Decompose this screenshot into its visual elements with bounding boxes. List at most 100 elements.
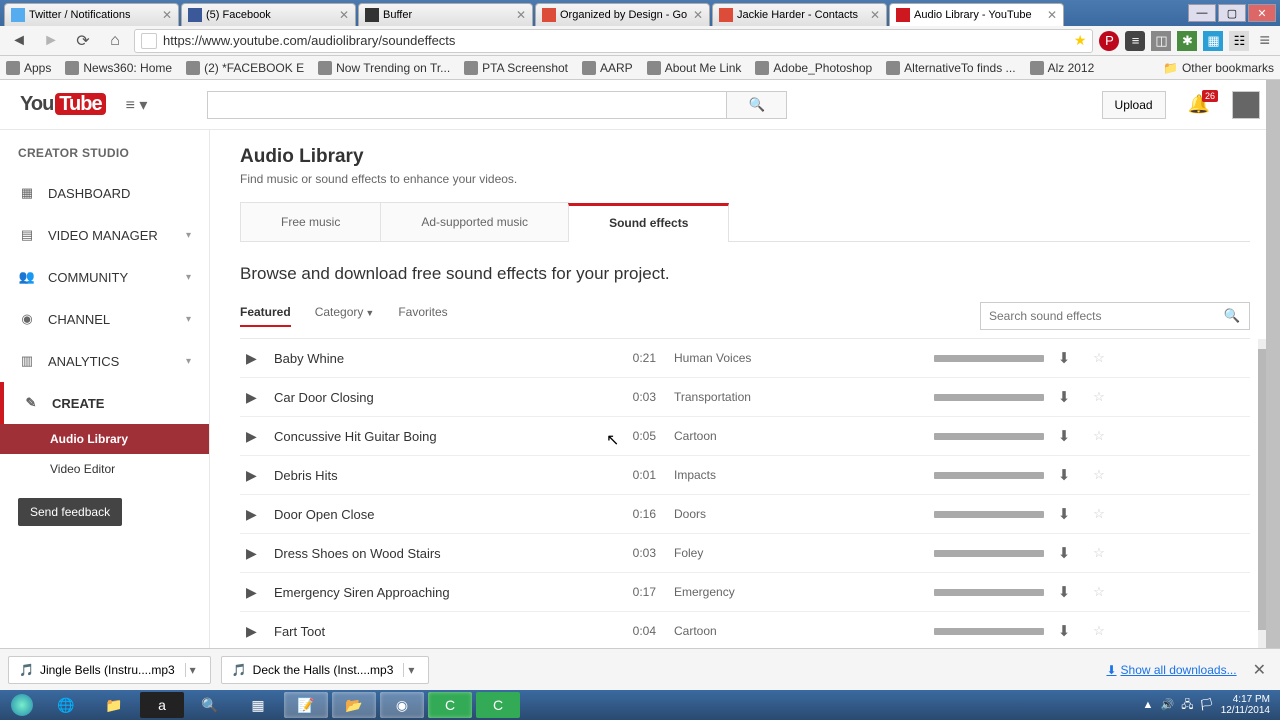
bookmark-item[interactable]: About Me Link <box>647 61 742 75</box>
favorite-star-icon[interactable]: ☆ <box>1084 467 1114 483</box>
taskbar-notes-icon[interactable]: 📝 <box>284 692 328 718</box>
tab-close-icon[interactable]: ✕ <box>870 8 880 22</box>
notifications-bell-icon[interactable]: 🔔26 <box>1182 94 1216 115</box>
track-progress-bar[interactable] <box>934 394 1044 401</box>
taskbar-explorer-icon[interactable]: 📁 <box>92 692 136 718</box>
download-menu-caret[interactable]: ▾ <box>403 663 418 677</box>
taskbar-folder-icon[interactable]: 📂 <box>332 692 376 718</box>
browser-tab[interactable]: Twitter / Notifications✕ <box>4 3 179 26</box>
track-category[interactable]: Impacts <box>674 468 934 482</box>
track-progress-bar[interactable] <box>934 589 1044 596</box>
track-progress-bar[interactable] <box>934 628 1044 635</box>
extension-icon[interactable]: ▦ <box>1203 31 1223 51</box>
download-icon[interactable]: ⬇ <box>1044 544 1084 562</box>
tab-free-music[interactable]: Free music <box>240 202 381 241</box>
sidebar-item-create[interactable]: ✎CREATE <box>0 382 209 424</box>
sidebar-subitem[interactable]: Video Editor <box>0 454 209 484</box>
track-category[interactable]: Cartoon <box>674 429 934 443</box>
page-scrollbar[interactable] <box>1266 80 1280 648</box>
taskbar-clock[interactable]: 4:17 PM 12/11/2014 <box>1221 694 1270 716</box>
sound-effects-search-input[interactable] <box>981 303 1215 329</box>
browser-tab[interactable]: Buffer✕ <box>358 3 533 26</box>
window-minimize[interactable]: — <box>1188 4 1216 22</box>
nav-forward[interactable]: ► <box>38 28 64 54</box>
send-feedback-button[interactable]: Send feedback <box>18 498 122 526</box>
play-icon[interactable]: ▶ <box>246 584 274 601</box>
search-button[interactable]: 🔍 <box>727 91 787 119</box>
download-icon[interactable]: ⬇ <box>1044 505 1084 523</box>
play-icon[interactable]: ▶ <box>246 467 274 484</box>
sound-effects-search-button[interactable]: 🔍 <box>1215 303 1249 329</box>
bookmark-item[interactable]: Apps <box>6 61 51 75</box>
address-bar[interactable]: https://www.youtube.com/audiolibrary/sou… <box>134 29 1093 53</box>
favorite-star-icon[interactable]: ☆ <box>1084 428 1114 444</box>
download-menu-caret[interactable]: ▾ <box>185 663 200 677</box>
window-close[interactable]: ✕ <box>1248 4 1276 22</box>
track-category[interactable]: Emergency <box>674 585 934 599</box>
download-item[interactable]: 🎵Jingle Bells (Instru....mp3▾ <box>8 656 211 684</box>
pinterest-extension-icon[interactable]: P <box>1099 31 1119 51</box>
track-progress-bar[interactable] <box>934 511 1044 518</box>
buffer-extension-icon[interactable]: ≡ <box>1125 31 1145 51</box>
taskbar-app-icon[interactable]: 🔍 <box>188 692 232 718</box>
avatar[interactable] <box>1232 91 1260 119</box>
track-progress-bar[interactable] <box>934 472 1044 479</box>
download-icon[interactable]: ⬇ <box>1044 349 1084 367</box>
bookmark-item[interactable]: PTA Screenshot <box>464 61 568 75</box>
favorite-star-icon[interactable]: ☆ <box>1084 350 1114 366</box>
play-icon[interactable]: ▶ <box>246 545 274 562</box>
sidebar-item-channel[interactable]: ◉CHANNEL <box>0 298 209 340</box>
extension-icon[interactable]: ☷ <box>1229 31 1249 51</box>
sidebar-item-community[interactable]: 👥COMMUNITY <box>0 256 209 298</box>
tab-close-icon[interactable]: ✕ <box>693 8 703 22</box>
track-progress-bar[interactable] <box>934 355 1044 362</box>
bookmark-item[interactable]: (2) *FACEBOOK E <box>186 61 304 75</box>
tab-close-icon[interactable]: ✕ <box>162 8 172 22</box>
track-progress-bar[interactable] <box>934 550 1044 557</box>
guide-toggle-icon[interactable]: ≡ ▾ <box>122 95 152 115</box>
favorite-star-icon[interactable]: ☆ <box>1084 545 1114 561</box>
download-icon[interactable]: ⬇ <box>1044 466 1084 484</box>
play-icon[interactable]: ▶ <box>246 623 274 640</box>
filter-favorites[interactable]: Favorites <box>398 305 447 327</box>
track-category[interactable]: Transportation <box>674 390 934 404</box>
system-tray[interactable]: ▲ 🔊 🖧 🏳 4:17 PM 12/11/2014 <box>1143 694 1276 716</box>
bookmark-item[interactable]: Now Trending on Tr... <box>318 61 450 75</box>
window-maximize[interactable]: ▢ <box>1218 4 1246 22</box>
sidebar-item-video-manager[interactable]: ▤VIDEO MANAGER <box>0 214 209 256</box>
search-input[interactable] <box>207 91 727 119</box>
sidebar-item-dashboard[interactable]: ▦DASHBOARD <box>0 172 209 214</box>
browser-tab[interactable]: Organized by Design - Go✕ <box>535 3 710 26</box>
track-category[interactable]: Cartoon <box>674 624 934 638</box>
browser-tab[interactable]: Jackie Harder - Contacts✕ <box>712 3 887 26</box>
tab-close-icon[interactable]: ✕ <box>516 8 526 22</box>
chrome-menu-icon[interactable]: ≡ <box>1255 30 1274 51</box>
filter-category[interactable]: Category▼ <box>315 305 375 327</box>
download-icon[interactable]: ⬇ <box>1044 622 1084 640</box>
tab-close-icon[interactable]: ✕ <box>1047 8 1057 22</box>
tab-close-icon[interactable]: ✕ <box>339 8 349 22</box>
tray-icons[interactable]: ▲ 🔊 🖧 🏳 <box>1143 696 1215 715</box>
filter-featured[interactable]: Featured <box>240 305 291 327</box>
track-category[interactable]: Foley <box>674 546 934 560</box>
favorite-star-icon[interactable]: ☆ <box>1084 389 1114 405</box>
download-item[interactable]: 🎵Deck the Halls (Inst....mp3▾ <box>221 656 430 684</box>
tab-ad-supported-music[interactable]: Ad-supported music <box>380 202 569 241</box>
download-icon[interactable]: ⬇ <box>1044 583 1084 601</box>
taskbar-chrome-icon[interactable]: ◉ <box>380 692 424 718</box>
taskbar-app-icon[interactable]: ▦ <box>236 692 280 718</box>
nav-reload[interactable]: ⟳ <box>70 28 96 54</box>
taskbar-ie-icon[interactable]: 🌐 <box>44 692 88 718</box>
taskbar-amazon-icon[interactable]: a <box>140 692 184 718</box>
download-shelf-close[interactable]: ✕ <box>1247 660 1272 680</box>
browser-tab[interactable]: Audio Library - YouTube✕ <box>889 3 1064 26</box>
youtube-logo[interactable]: YouTube <box>20 93 106 116</box>
play-icon[interactable]: ▶ <box>246 428 274 445</box>
play-icon[interactable]: ▶ <box>246 350 274 367</box>
favorite-star-icon[interactable]: ☆ <box>1084 506 1114 522</box>
taskbar-app-icon[interactable]: C <box>476 692 520 718</box>
bookmark-star-icon[interactable]: ★ <box>1074 32 1087 49</box>
play-icon[interactable]: ▶ <box>246 389 274 406</box>
nav-home[interactable]: ⌂ <box>102 28 128 54</box>
play-icon[interactable]: ▶ <box>246 506 274 523</box>
